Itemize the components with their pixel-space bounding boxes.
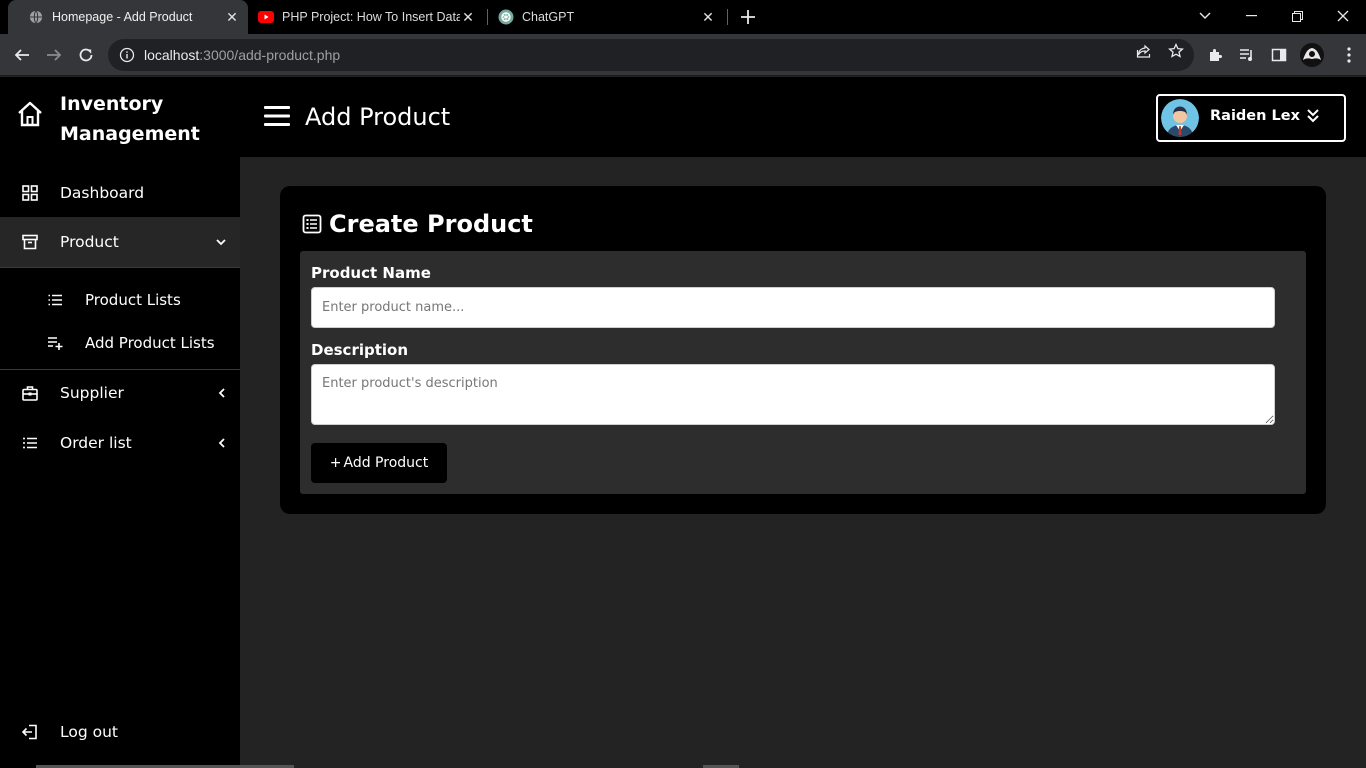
browser-tab-strip: Homepage - Add Product ✕ PHP Project: Ho… — [0, 0, 1366, 34]
browser-tab-chatgpt[interactable]: ChatGPT ✕ — [488, 0, 724, 34]
tab-search-button[interactable] — [1182, 0, 1228, 32]
media-playlist-icon[interactable] — [1238, 46, 1256, 64]
browser-tab-add-product[interactable]: Homepage - Add Product ✕ — [8, 0, 248, 34]
sidebar-item-supplier[interactable]: Supplier — [0, 368, 240, 418]
grid-icon — [21, 184, 39, 202]
logout-button[interactable]: Log out — [0, 707, 240, 757]
back-button[interactable] — [10, 43, 34, 67]
product-submenu: Product Lists Add Product Lists — [0, 268, 240, 370]
profile-avatar-icon[interactable] — [1299, 42, 1325, 68]
url-host: localhost — [144, 47, 200, 63]
sidebar-subitem-label: Product Lists — [85, 290, 181, 309]
youtube-icon — [258, 9, 274, 25]
page-title: Add Product — [305, 103, 451, 131]
chatgpt-icon — [498, 9, 514, 25]
archive-icon — [21, 233, 39, 251]
plus-icon: + — [329, 455, 342, 471]
reload-button[interactable] — [74, 43, 98, 67]
tab-title: PHP Project: How To Insert Data I — [282, 10, 460, 24]
user-name: Raiden Lex — [1210, 108, 1300, 124]
close-tab-icon[interactable]: ✕ — [700, 9, 716, 25]
hamburger-menu-icon[interactable] — [264, 105, 290, 129]
card-header: Create Product — [302, 208, 533, 240]
product-name-input[interactable] — [311, 287, 1275, 328]
home-icon — [17, 101, 43, 127]
sidebar: Inventory Management Dashboard Product P… — [0, 77, 240, 768]
product-name-label: Product Name — [311, 264, 431, 282]
browser-menu-icon[interactable] — [1345, 46, 1353, 64]
browser-toolbar: localhost:3000/add-product.php — [0, 34, 1366, 76]
tab-separator — [727, 9, 728, 25]
sidebar-item-dashboard[interactable]: Dashboard — [0, 168, 240, 218]
playlist-add-icon — [47, 335, 63, 351]
sidebar-item-label: Product — [60, 233, 119, 251]
app-header: Add Product Raiden Lex — [240, 77, 1366, 157]
url-path: :3000/add-product.php — [199, 47, 341, 63]
extensions-puzzle-icon[interactable] — [1207, 46, 1225, 64]
logout-icon — [21, 723, 39, 741]
tab-title: Homepage - Add Product — [52, 10, 193, 24]
forward-button[interactable] — [42, 43, 66, 67]
minimize-button[interactable] — [1228, 0, 1274, 32]
restore-button[interactable] — [1274, 0, 1320, 32]
create-product-card: Create Product Product Name Description … — [280, 186, 1326, 514]
chevron-left-icon — [214, 436, 228, 450]
new-tab-button[interactable] — [738, 7, 758, 27]
brand[interactable]: Inventory Management — [0, 77, 240, 157]
list-icon — [21, 434, 39, 452]
sidebar-item-order-list[interactable]: Order list — [0, 418, 240, 468]
url-text: localhost:3000/add-product.php — [144, 47, 340, 63]
description-label: Description — [311, 341, 409, 359]
sidebar-subitem-add-product-lists[interactable]: Add Product Lists — [0, 321, 240, 364]
avatar — [1161, 99, 1199, 137]
side-panel-icon[interactable] — [1270, 46, 1288, 64]
user-menu-button[interactable]: Raiden Lex — [1156, 94, 1346, 142]
globe-icon — [28, 9, 44, 25]
create-product-form: Product Name Description + Add Product — [300, 251, 1306, 494]
sidebar-item-label: Dashboard — [60, 184, 145, 202]
sidebar-item-product[interactable]: Product — [0, 217, 240, 268]
chevron-down-icon — [214, 235, 228, 249]
sidebar-item-label: Supplier — [60, 384, 124, 402]
sidebar-subitem-product-lists[interactable]: Product Lists — [0, 278, 240, 321]
tab-title: ChatGPT — [522, 10, 575, 24]
chevron-left-icon — [214, 386, 228, 400]
card-title: Create Product — [329, 210, 533, 238]
share-icon[interactable] — [1135, 42, 1153, 60]
logout-label: Log out — [60, 723, 118, 741]
list-alt-icon — [302, 214, 322, 234]
close-window-button[interactable] — [1320, 0, 1366, 32]
bookmark-star-icon[interactable] — [1167, 42, 1185, 60]
briefcase-icon — [21, 384, 39, 402]
address-bar[interactable]: localhost:3000/add-product.php — [108, 39, 1194, 71]
sidebar-item-label: Order list — [60, 434, 132, 452]
add-product-button[interactable]: + Add Product — [311, 443, 447, 483]
brand-title: Inventory Management — [60, 93, 200, 145]
close-tab-icon[interactable]: ✕ — [460, 9, 476, 25]
sidebar-subitem-label: Add Product Lists — [85, 333, 215, 352]
site-info-icon[interactable] — [119, 47, 135, 63]
main-content: Create Product Product Name Description … — [240, 157, 1366, 768]
double-chevron-down-icon — [1306, 108, 1322, 126]
add-product-button-label: Add Product — [343, 455, 429, 471]
description-textarea[interactable] — [311, 364, 1275, 425]
close-tab-icon[interactable]: ✕ — [224, 9, 240, 25]
list-ordered-icon — [47, 292, 63, 308]
browser-tab-youtube[interactable]: PHP Project: How To Insert Data I ✕ — [248, 0, 484, 34]
